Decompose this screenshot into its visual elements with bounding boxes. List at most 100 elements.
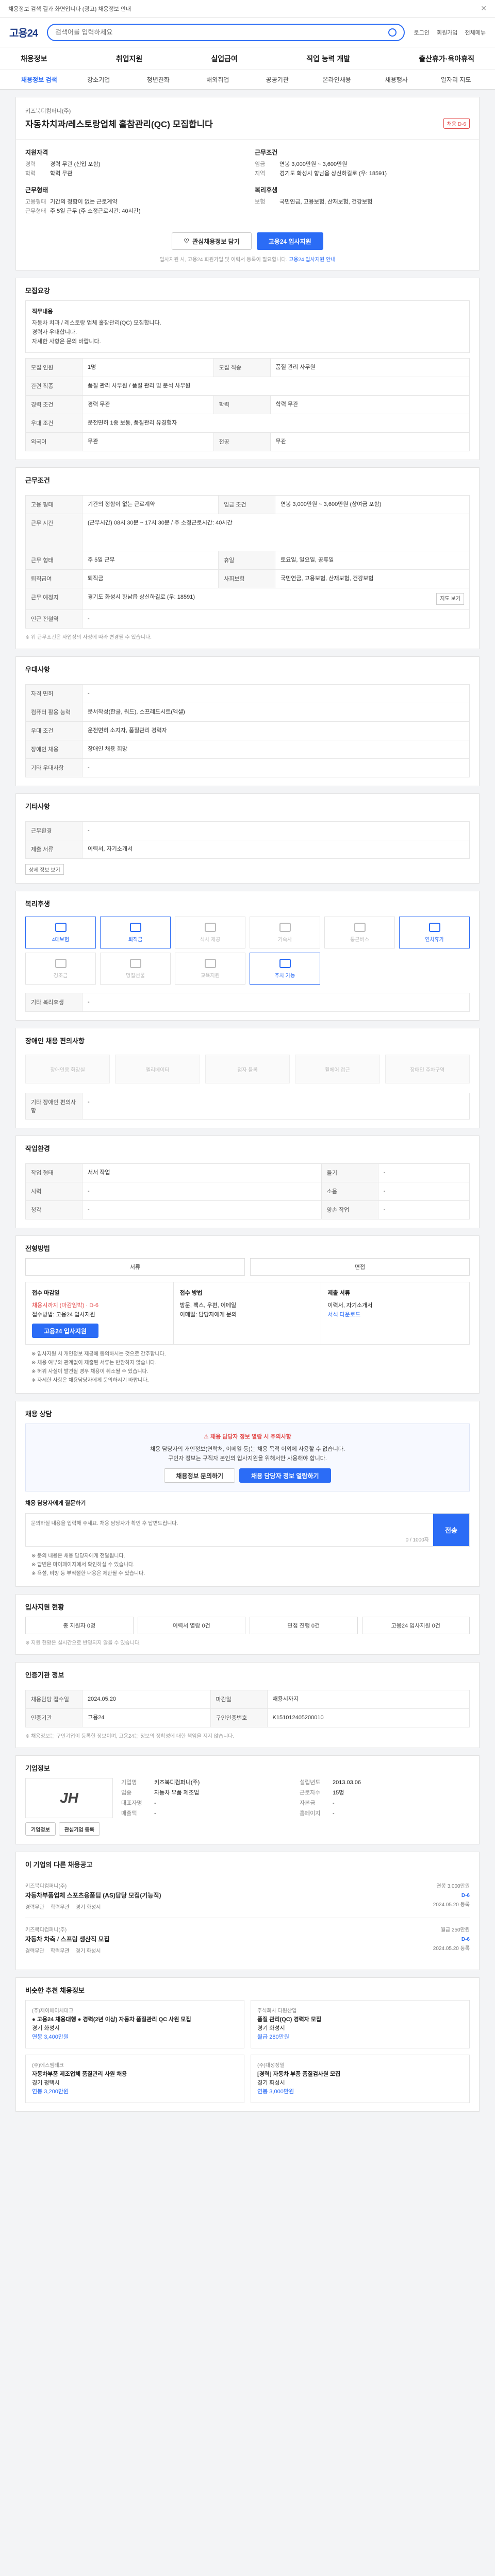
subnav-public[interactable]: 공공기관 [248,75,307,84]
reco-title[interactable]: [경력] 자동차 부품 품질검사원 모집 [257,2070,463,2079]
row-value: 무관 [82,432,214,451]
subnav-youth[interactable]: 청년친화 [128,75,188,84]
welfare-label: 주차 가능 [274,973,295,979]
reco-line: 연봉 3,200만원 [32,2089,69,2095]
row-key: 경력 조건 [25,395,82,414]
row-value: 기간의 정함이 없는 근로계약 [81,495,219,514]
company-info-button[interactable]: 기업정보 [25,1822,56,1836]
login-link[interactable]: 로그인 [414,28,430,37]
company-logo: JH [25,1778,113,1818]
table-row: 기타 장애인 편의사항 - [25,1093,470,1120]
signup-link[interactable]: 회원가입 [437,28,457,37]
list-item[interactable]: 키즈북디컴퍼니(주) 자동차 차축 / 스프링 생산직 모집 경력무관 학력무관… [25,1918,470,1961]
qa-textarea[interactable] [26,1514,433,1535]
qa-box: 0 / 1000자 전송 [25,1513,470,1547]
company-name[interactable]: 키즈북디컴퍼니(주) [25,107,470,115]
list-item[interactable]: 키즈북디컴퍼니(주) 자동차부품업체 스포츠용품팀 (AS)담당 모집(기능직)… [25,1874,470,1918]
row-key: 자격 면허 [25,684,82,703]
subnav-overseas[interactable]: 해외취업 [188,75,248,84]
gnb-training[interactable]: 직업 능력 개발 [306,54,350,64]
view-manager-button[interactable]: 채용 담당자 정보 열람하기 [239,1468,331,1483]
more-detail-button[interactable]: 상세 정보 보기 [25,864,64,875]
reco-title[interactable]: 자동차부품 제조업체 품질관리 사원 채용 [32,2070,238,2079]
search-icon[interactable] [388,28,397,37]
gnb-support[interactable]: 취업지원 [116,54,143,64]
recommend-item[interactable]: (주)대성정밀 [경력] 자동차 부품 품질검사원 모집 경기 화성시 연봉 3… [251,2055,470,2103]
row-value: 퇴직금 [81,569,219,588]
box-line: 채용시까지 (마감임박) · D-6 [32,1302,98,1309]
apply-guide-link[interactable]: 고용24 입사지원 안내 [289,257,335,263]
sum-value: 주 5일 근무 (주 소정근로시간: 40시간) [50,208,141,214]
desc-heading: 직무내용 [32,309,53,315]
gnb-leave[interactable]: 출산휴가·육아휴직 [419,54,474,64]
preference-table: 자격 면허 - 컴퓨터 활용 능력 문서작성(한글, 워드), 스프레드시트(엑셀)… [25,684,470,777]
sum-key: 학력 [25,171,36,177]
note-line: ※ 욕설, 비방 등 부적절한 내용은 제한될 수 있습니다. [31,1571,145,1577]
subnav-event[interactable]: 채용행사 [367,75,426,84]
search-input[interactable] [55,28,388,36]
form-download-link[interactable]: 서식 다운로드 [327,1310,463,1319]
reco-title[interactable]: ● 고용24 채용대행 ● 경력(2년 이상) 자동차 품질관리 QC 사원 모… [32,2015,238,2024]
process-tag: 고용24 입사지원 0건 [361,1617,470,1634]
apply-button-secondary[interactable]: 고용24 입사지원 [32,1324,98,1338]
method-box: 접수 방법 방문, 팩스, 우편, 이메일 이메일: 담당자에게 문의 [174,1282,322,1344]
close-icon[interactable]: ✕ [481,4,487,13]
sum-value: 학력 무관 [50,171,73,177]
map-button[interactable]: 지도 보기 [436,593,464,605]
header-links: 로그인 회원가입 전체메뉴 [414,28,486,37]
row-key: 전공 [213,432,271,451]
meta-item: 경기 화성시 [75,1905,101,1910]
gnb-jobs[interactable]: 채용정보 [21,54,47,64]
job-title: 자동차치과/레스토랑업체 홀참관리(QC) 모집합니다 [25,120,213,129]
meta-item: 학력무관 [50,1948,70,1954]
all-menu-link[interactable]: 전체메뉴 [465,28,486,37]
favorite-company-button[interactable]: 관심기업 등록 [58,1822,100,1836]
summary-qualification: 지원자격 경력 경력 무관 (신입 포함) 학력 학력 무관 [25,148,240,178]
sum-key: 고용형태 [25,199,46,205]
welfare-item: 교육지원 [175,953,245,985]
box-line: 접수방법: 고용24 입사지원 [32,1312,95,1318]
subnav-search[interactable]: 채용정보 검색 [9,75,69,84]
row-key: 인증기관 [25,1708,82,1727]
row-key: 휴일 [218,551,276,570]
summary-condition: 근무조건 임금 연봉 3,000만원 ~ 3,600만원 지역 경기도 화성시 향남… [255,148,470,178]
list-title[interactable]: 자동차부품업체 스포츠용품팀 (AS)담당 모집(기능직) [25,1891,161,1900]
list-title[interactable]: 자동차 차축 / 스프링 생산직 모집 [25,1935,110,1943]
box-line: 이메일: 담당자에게 문의 [179,1312,237,1318]
top-notice-text: 채용정보 검색 결과 화면입니다 (광고) 채용정보 안내 [8,6,131,12]
info-key: 근로자수 [300,1790,321,1796]
apply-note-text: 입사지원 시, 고용24 회원가입 및 이력서 등록이 필요합니다. [159,257,288,263]
subnav-online[interactable]: 온라인채용 [307,75,367,84]
process-tag: 이력서 열람 0건 [137,1617,245,1634]
table-row: 컴퓨터 활용 능력 문서작성(한글, 워드), 스프레드시트(엑셀) [25,703,470,722]
apply-button[interactable]: 고용24 입사지원 [256,232,323,250]
recommend-item[interactable]: (주)제이에이치테크 ● 고용24 채용대행 ● 경력(2년 이상) 자동차 품… [25,2000,244,2048]
accessibility-item: 엘리베이터 [115,1055,200,1083]
bus-icon [354,922,366,932]
row-value: 장애인 채용 희망 [82,740,470,759]
table-row: 자격 면허 - [25,684,470,703]
list-pay: 월급 250만원 [440,1927,470,1933]
gnb-benefit[interactable]: 실업급여 [211,54,238,64]
list-date: 2024.05.20 등록 [433,1946,470,1952]
list-dday: D-6 [461,1893,470,1899]
table-row: 우대 조건 운전면허 1종 보통, 품질관리 유경험자 [25,414,470,433]
row-value: - [82,758,470,777]
reco-title[interactable]: 품질 관리(QC) 경력자 모집 [257,2015,463,2024]
table-row: 기타 우대사항 - [25,758,470,777]
site-logo[interactable]: 고용24 [9,25,38,40]
section-title: 인증기관 정보 [25,1671,64,1679]
sum-key: 경력 [25,161,36,167]
row-key: 관련 직종 [25,377,82,396]
qa-send-button[interactable]: 전송 [433,1514,469,1546]
sub-nav: 채용정보 검색 강소기업 청년친화 해외취업 공공기관 온라인채용 채용행사 일… [0,70,495,90]
process-note: ※ 지원 현황은 실시간으로 반영되지 않을 수 있습니다. [25,1640,141,1646]
recommend-item[interactable]: (주)에스엠테크 자동차부품 제조업체 품질관리 사원 채용 경기 평택시 연봉… [25,2055,244,2103]
subnav-map[interactable]: 일자리 지도 [426,75,486,84]
inquiry-button[interactable]: 채용정보 문의하기 [164,1468,236,1483]
sum-key: 보험 [255,199,266,205]
subnav-small-giant[interactable]: 강소기업 [69,75,129,84]
scrap-button[interactable]: ♡ 관심채용정보 담기 [172,232,252,250]
recommend-item[interactable]: 주식회사 다원산업 품질 관리(QC) 경력자 모집 경기 화성시 월급 280… [251,2000,470,2048]
row-key: 제출 서류 [25,840,82,859]
